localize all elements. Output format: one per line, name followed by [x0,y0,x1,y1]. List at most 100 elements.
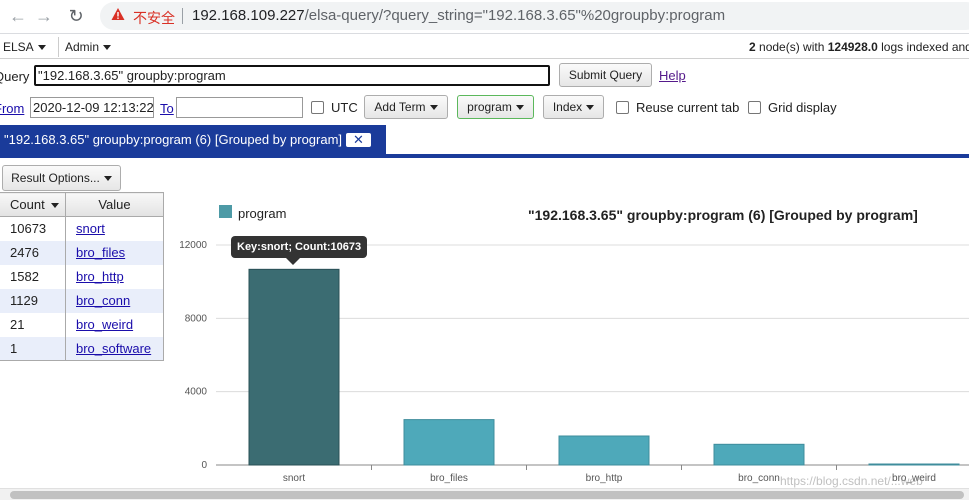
log-count: 124928.0 [827,40,878,54]
node-count: 2 [749,40,756,54]
index-label: Index [552,100,583,114]
value-link[interactable]: bro_software [76,341,151,356]
elsa-menu-label: ELSA [3,40,34,54]
caret-down-icon [103,176,112,182]
value-column-header[interactable]: Value [65,192,164,217]
admin-menu-label: Admin [65,40,100,54]
bar[interactable] [868,463,960,466]
query-input[interactable]: "192.168.3.65" groupby:program [34,65,550,86]
query-label: Query [0,69,30,84]
bar[interactable] [713,443,805,466]
value-cell: bro_software [65,336,164,361]
bar-tooltip: Key:snort; Count:10673 [231,236,368,258]
caret-down-icon [515,105,524,111]
sort-desc-icon [50,203,59,209]
tab-label: "192.168.3.65" groupby:program (6) [Grou… [4,132,343,147]
back-arrow-icon[interactable]: ← [6,4,30,28]
value-link[interactable]: bro_http [76,269,124,284]
count-cell: 1582 [0,264,66,289]
y-tick-label: 8000 [185,313,208,324]
program-bar-chart: 0 4000 8000 12000 snort bro_files bro_http bro_… [170,192,969,490]
url-text[interactable]: 192.168.109.227/elsa-query/?query_string… [192,7,725,24]
admin-menu[interactable]: Admin [58,37,114,57]
value-link[interactable]: bro_weird [76,317,133,332]
table-row: 10673 snort [0,216,164,241]
chart-title: "192.168.3.65" groupby:program (6) [Grou… [528,207,918,223]
count-cell: 1 [0,336,66,361]
browser-toolbar: ← → ↻ 不安全 192.168.109.227/elsa-query/?qu… [0,0,969,34]
value-cell: snort [65,216,164,241]
scrollbar-thumb[interactable] [10,491,964,499]
to-date-input[interactable] [176,97,303,118]
x-tick-label: bro_files [430,473,468,484]
legend-swatch[interactable] [219,205,232,218]
from-date-input[interactable]: 2020-12-09 12:13:22 [30,97,154,118]
table-row: 1582 bro_http [0,264,164,289]
horizontal-scrollbar[interactable] [0,488,969,500]
add-term-button[interactable]: Add Term [364,95,448,119]
table-row: 1129 bro_conn [0,288,164,313]
count-cell: 2476 [0,240,66,265]
table-row: 1 bro_software [0,336,164,361]
result-options-label: Result Options... [11,171,100,185]
url-path: /elsa-query/?query_string="192.168.3.65"… [304,7,726,24]
url-host: 192.168.109.227 [192,7,305,24]
reuse-tab-checkbox[interactable] [616,101,629,114]
not-secure-label[interactable]: 不安全 [133,8,175,28]
to-link[interactable]: To [160,101,174,116]
x-tick-label: snort [283,473,305,484]
results-tabbar: "192.168.3.65" groupby:program (6) [Grou… [0,125,969,158]
value-link[interactable]: bro_conn [76,293,130,308]
bar[interactable] [558,435,650,466]
caret-down-icon [586,105,595,111]
bar[interactable] [248,268,340,466]
table-header-row: Count Value [0,192,164,217]
x-tick-label: bro_http [586,473,623,484]
value-cell: bro_http [65,264,164,289]
index-button[interactable]: Index [543,95,604,119]
app-menubar: ELSA Admin 2 node(s) with 124928.0 logs … [0,35,969,59]
node-status: 2 node(s) with 124928.0 logs indexed and [749,40,969,54]
count-column-header[interactable]: Count [0,192,66,217]
grid-display-label: Grid display [768,100,837,115]
count-cell: 1129 [0,288,66,313]
table-row: 2476 bro_files [0,240,164,265]
value-cell: bro_conn [65,288,164,313]
utc-checkbox[interactable] [311,101,324,114]
add-term-label: Add Term [374,100,426,114]
bar[interactable] [403,419,495,466]
elsa-menu[interactable]: ELSA [0,37,49,57]
from-link[interactable]: From [0,101,24,116]
table-row: 21 bro_weird [0,312,164,337]
tab-query-result[interactable]: "192.168.3.65" groupby:program (6) [Grou… [0,125,386,154]
reload-icon[interactable]: ↻ [64,4,88,28]
omnibox-divider [182,8,183,24]
program-button[interactable]: program [457,95,534,119]
submit-query-button[interactable]: Submit Query [559,63,652,87]
address-bar[interactable]: 不安全 192.168.109.227/elsa-query/?query_st… [100,2,969,30]
value-cell: bro_weird [65,312,164,337]
value-cell: bro_files [65,240,164,265]
grid-display-checkbox[interactable] [748,101,761,114]
x-tick-label: bro_conn [738,473,780,484]
warning-icon[interactable] [111,7,125,21]
count-cell: 10673 [0,216,66,241]
close-icon[interactable]: ✕ [346,133,371,147]
value-link[interactable]: snort [76,221,105,236]
result-options-button[interactable]: Result Options... [2,165,121,191]
node-text-tail: logs indexed and [877,40,969,54]
program-label: program [467,100,512,114]
tooltip-arrow [286,258,300,265]
help-link[interactable]: Help [659,68,686,83]
results-table: Count Value 10673 snort 2476 bro_files 158… [0,192,164,361]
y-tick-label: 0 [201,460,207,471]
value-link[interactable]: bro_files [76,245,125,260]
caret-down-icon [37,45,46,51]
legend-label[interactable]: program [238,206,286,221]
forward-arrow-icon[interactable]: → [32,4,56,28]
watermark: https://blog.csdn.net/...web [780,474,923,488]
y-tick-label: 12000 [179,240,207,251]
reuse-tab-label: Reuse current tab [636,100,740,115]
count-header-label: Count [10,197,45,212]
count-cell: 21 [0,312,66,337]
